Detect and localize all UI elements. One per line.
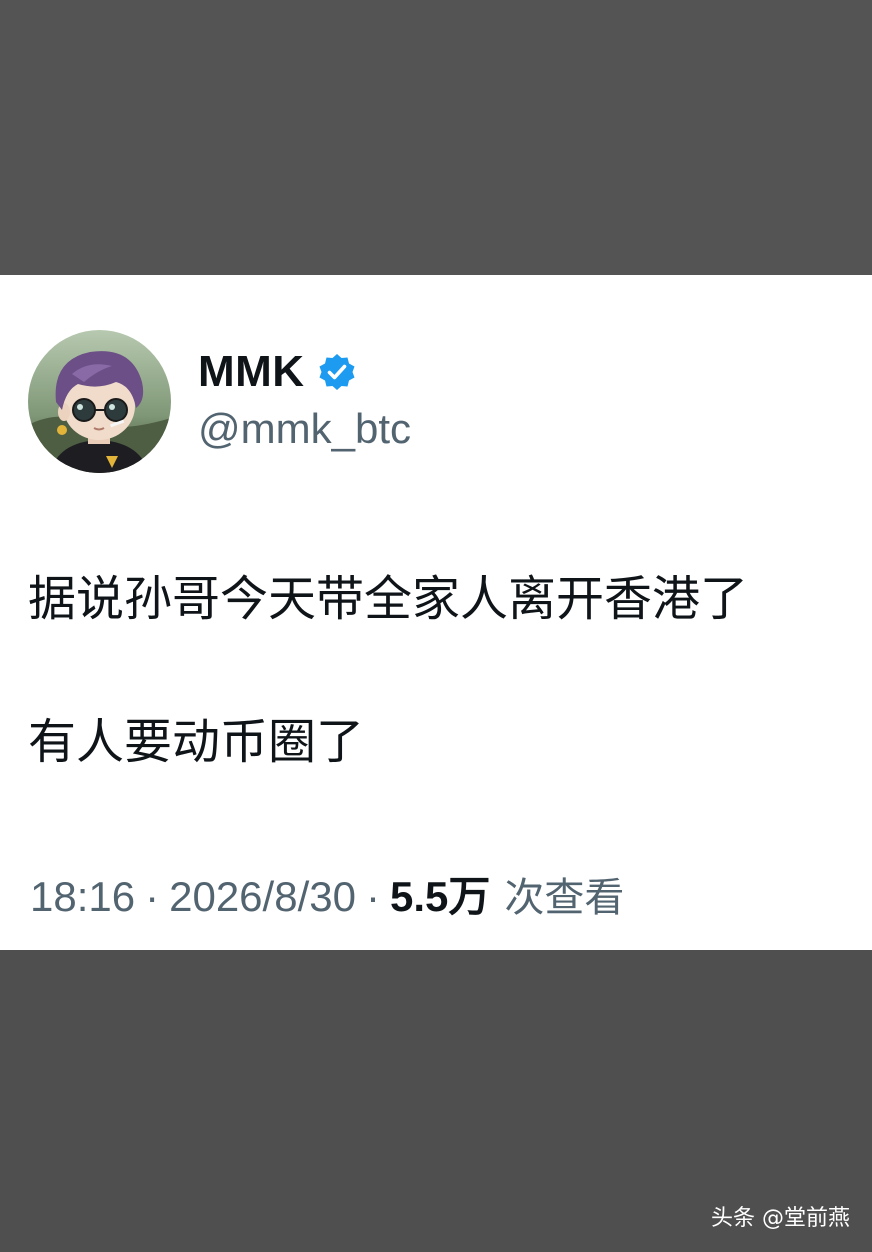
tweet-card: MMK @mmk_btc 据说孙哥今天带全家人离开香港了 有人要动币圈了 18:… bbox=[0, 275, 872, 950]
tweet-text-line-1: 据说孙哥今天带全家人离开香港了 bbox=[28, 571, 749, 627]
user-handle[interactable]: @mmk_btc bbox=[198, 405, 411, 453]
meta-separator: · bbox=[145, 873, 160, 920]
display-name[interactable]: MMK bbox=[198, 347, 305, 397]
tweet-date[interactable]: 2026/8/30 bbox=[169, 873, 356, 921]
avatar[interactable] bbox=[28, 330, 171, 473]
views-count[interactable]: 5.5万 bbox=[390, 863, 490, 924]
meta-separator: · bbox=[365, 873, 380, 920]
top-dark-band bbox=[0, 0, 872, 275]
verified-badge-icon bbox=[319, 354, 355, 390]
tweet-time[interactable]: 18:16 bbox=[30, 873, 135, 921]
tweet-meta: 18:16 · 2026/8/30 · 5.5万 次查看 bbox=[30, 863, 624, 924]
avatar-illustration bbox=[28, 330, 171, 473]
views-label: 次查看 bbox=[504, 875, 625, 921]
watermark: 头条 @堂前燕 bbox=[711, 1206, 850, 1231]
tweet-text-line-2: 有人要动币圈了 bbox=[28, 714, 365, 770]
name-row: MMK bbox=[198, 347, 357, 397]
